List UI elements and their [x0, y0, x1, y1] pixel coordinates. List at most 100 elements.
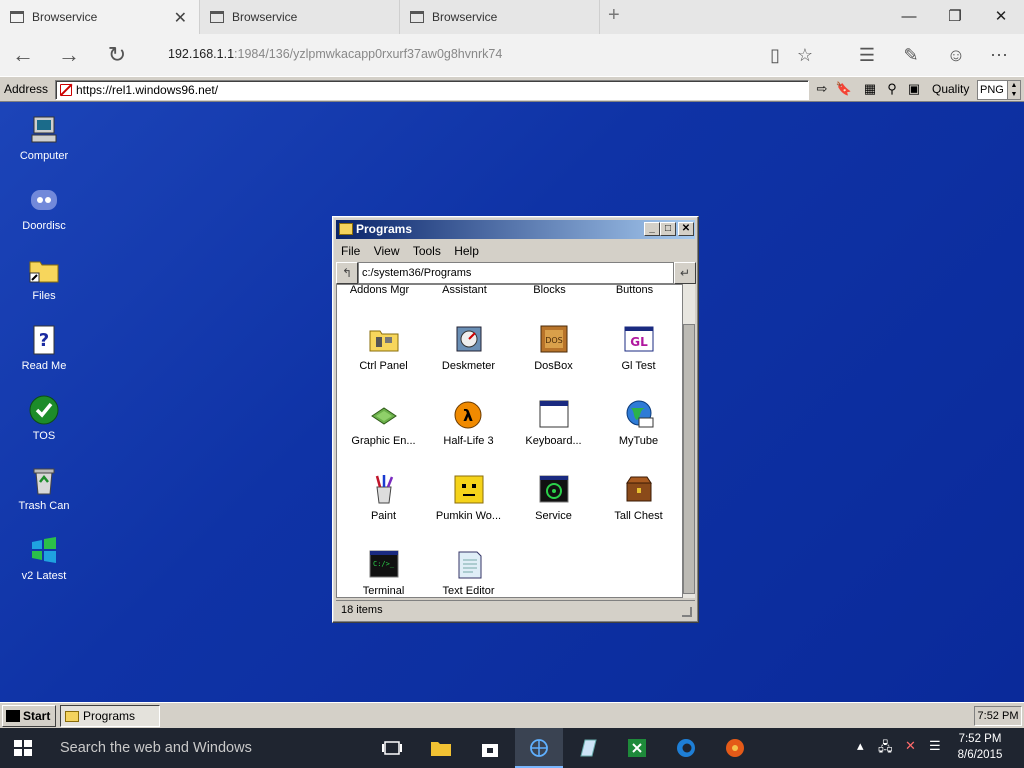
program-pumkin[interactable]: Pumkin Wo...	[426, 473, 511, 522]
svg-text:?: ?	[39, 330, 49, 351]
svg-text:DOS: DOS	[545, 336, 563, 345]
volume-muted-icon[interactable]: ✕	[905, 738, 916, 754]
bookmarks-list-icon[interactable]: ▦	[860, 80, 880, 100]
insecure-icon	[60, 84, 72, 96]
address-input[interactable]: https://rel1.windows96.net/	[55, 80, 809, 100]
show-hidden-icons-icon[interactable]: ▴	[857, 738, 864, 754]
desktop-icon-v2latest[interactable]: v2 Latest	[4, 534, 84, 582]
win10-taskbar: Search the web and Windows ▴ 🖧 ✕ ☰ 7:52 …	[0, 728, 1024, 768]
excel-app-button[interactable]	[613, 728, 661, 768]
desktop-icon-computer[interactable]: Computer	[4, 114, 84, 162]
tab-title: Browservice	[432, 10, 498, 24]
checkmark-icon	[29, 395, 59, 425]
win10-clock[interactable]: 7:52 PM 8/6/2015	[950, 731, 1010, 763]
minimize-icon[interactable]: —	[886, 4, 932, 30]
clipboard-icon[interactable]: ▣	[904, 80, 924, 100]
taskbar-item-programs[interactable]: Programs	[60, 705, 160, 727]
up-folder-icon[interactable]: ↰	[336, 262, 358, 284]
path-input[interactable]: c:/system36/Programs	[358, 262, 674, 284]
vertical-scrollbar[interactable]	[683, 284, 695, 598]
forward-icon[interactable]: →	[56, 42, 82, 68]
browser-nav-bar: ← → ↻ 192.168.1.1:1984/136/yzlpmwkacapp0…	[0, 34, 1024, 76]
minimize-icon[interactable]: _	[644, 222, 660, 236]
new-tab-icon[interactable]: +	[608, 4, 620, 27]
menu-file[interactable]: File	[336, 241, 365, 261]
browser-tab[interactable]: Browservice	[400, 0, 600, 34]
more-icon[interactable]: ⋯	[986, 42, 1012, 68]
list-item[interactable]: Addons Mgr	[337, 285, 422, 296]
program-dosbox[interactable]: DOS DosBox	[511, 323, 596, 372]
start-button[interactable]: Start	[2, 705, 56, 727]
window-titlebar[interactable]: Programs _ □ ✕	[336, 220, 695, 239]
list-item[interactable]: Blocks	[507, 285, 592, 296]
windows-start-icon[interactable]	[14, 740, 32, 756]
program-text-editor[interactable]: Text Editor	[426, 548, 511, 597]
address-value: https://rel1.windows96.net/	[76, 83, 219, 97]
w96-taskbar: Start Programs 7:52 PM	[0, 702, 1024, 728]
graphic-engine-icon	[370, 407, 397, 425]
browser-app-button[interactable]	[515, 728, 563, 768]
programs-window: Programs _ □ ✕ File View Tools Help ↰ c:…	[332, 216, 699, 623]
go-icon[interactable]: ↵	[674, 262, 696, 284]
web-note-icon[interactable]: ✎	[898, 42, 924, 68]
task-view-button[interactable]	[368, 728, 416, 768]
biohazard-icon	[539, 475, 568, 503]
program-half-life-3[interactable]: λ Half-Life 3	[426, 398, 511, 447]
restore-icon[interactable]: ❐	[932, 4, 978, 30]
bookmark-icon[interactable]: 🔖	[834, 80, 854, 100]
menu-help[interactable]: Help	[449, 241, 484, 261]
go-arrow-icon[interactable]: ⇨	[812, 80, 832, 100]
reading-view-icon[interactable]: ▯	[762, 42, 788, 68]
svg-text:C:/>_: C:/>_	[373, 560, 395, 568]
program-terminal[interactable]: C:/>_ Terminal	[341, 548, 426, 597]
program-keyboard[interactable]: Keyboard...	[511, 398, 596, 447]
favorite-star-icon[interactable]: ☆	[792, 42, 818, 68]
close-window-icon[interactable]: ✕	[978, 4, 1024, 30]
quality-select[interactable]: PNG ▲ ▼	[977, 80, 1021, 100]
resize-grip-icon[interactable]	[682, 607, 692, 617]
browser-tab[interactable]: Browservice ✕	[0, 0, 200, 34]
program-gl-test[interactable]: GL Gl Test	[596, 323, 681, 372]
program-paint[interactable]: Paint	[341, 473, 426, 522]
menu-view[interactable]: View	[369, 241, 405, 261]
back-icon[interactable]: ←	[10, 42, 36, 68]
list-item[interactable]: Assistant	[422, 285, 507, 296]
notes-app-button[interactable]	[564, 728, 612, 768]
spinner-icon[interactable]: ▲ ▼	[1007, 81, 1020, 99]
url-field[interactable]: 192.168.1.1:1984/136/yzlpmwkacapp0rxurf3…	[168, 47, 502, 61]
desktop-icon-trash[interactable]: Trash Can	[4, 464, 84, 512]
program-ctrl-panel[interactable]: Ctrl Panel	[341, 323, 426, 372]
action-center-icon[interactable]: ☰	[929, 738, 941, 754]
tab-close-icon[interactable]: ✕	[174, 8, 187, 28]
desktop-icon-tos[interactable]: TOS	[4, 394, 84, 442]
search-box[interactable]: Search the web and Windows	[46, 728, 364, 768]
item-count: 18 items	[341, 604, 383, 616]
program-mytube[interactable]: MyTube	[596, 398, 681, 447]
maximize-icon[interactable]: □	[660, 222, 676, 236]
hub-icon[interactable]: ☰	[854, 42, 880, 68]
browser-tab[interactable]: Browservice	[200, 0, 400, 34]
desktop-icon-files[interactable]: Files	[4, 254, 84, 302]
scroll-thumb[interactable]	[683, 324, 695, 594]
computer-icon	[31, 116, 57, 143]
feedback-smiley-icon[interactable]: ☺	[943, 42, 969, 68]
desktop-icon-doordisc[interactable]: Doordisc	[4, 184, 84, 232]
refresh-icon[interactable]: ↻	[104, 42, 130, 68]
edge-app-button[interactable]	[662, 728, 710, 768]
media-app-button[interactable]	[711, 728, 759, 768]
network-icon[interactable]: 🖧	[878, 738, 893, 760]
desktop-icon-readme[interactable]: ? Read Me	[4, 324, 84, 372]
task-view-icon	[382, 741, 402, 755]
close-icon[interactable]: ✕	[678, 222, 694, 236]
gl-test-icon: GL	[624, 326, 653, 352]
menu-tools[interactable]: Tools	[408, 241, 446, 261]
program-tall-chest[interactable]: Tall Chest	[596, 473, 681, 522]
program-graphic-engine[interactable]: Graphic En...	[341, 398, 426, 447]
store-button[interactable]	[466, 728, 514, 768]
list-item[interactable]: Buttons	[592, 285, 677, 296]
file-explorer-button[interactable]	[417, 728, 465, 768]
dosbox-icon: DOS	[540, 325, 567, 353]
find-icon[interactable]: ⚲	[882, 80, 902, 100]
program-deskmeter[interactable]: Deskmeter	[426, 323, 511, 372]
program-service[interactable]: Service	[511, 473, 596, 522]
